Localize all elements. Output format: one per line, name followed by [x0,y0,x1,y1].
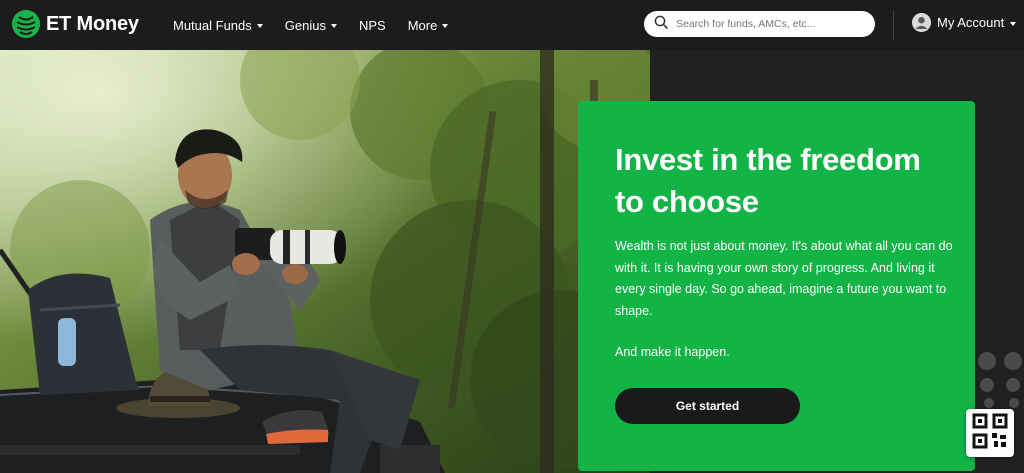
chevron-down-icon [1010,21,1017,26]
my-account-label: My Account [937,15,1005,30]
decorative-dot [1006,378,1020,392]
et-money-logo-icon [12,10,40,38]
decorative-dot [1004,352,1022,370]
nav-item-mutual-funds[interactable]: Mutual Funds [173,18,263,33]
hero-card: Invest in the freedom to choose Wealth i… [578,101,975,471]
nav-item-label: Genius [284,17,326,33]
et-money-logo[interactable]: ET Money [12,10,139,38]
hero-tagline: And make it happen. [615,345,730,359]
search-input[interactable] [676,18,856,30]
chevron-down-icon [330,24,337,28]
decorative-dot [984,398,994,408]
nav-item-label: NPS [358,17,386,33]
qr-code-button[interactable] [966,409,1014,457]
nav-item-genius[interactable]: Genius [285,18,337,33]
chevron-down-icon [256,24,263,28]
main-nav: Mutual Funds Genius NPS More [173,0,470,50]
hero-description: Wealth is not just about money. It's abo… [615,239,953,318]
hero-title: Invest in the freedom to choose [615,142,921,219]
photographer-on-car-photo [0,50,650,473]
search-icon [654,15,668,34]
decorative-dots [976,350,1024,410]
brand-name: ET Money [46,12,139,35]
qr-code-icon [972,413,1008,454]
nav-item-label: Mutual Funds [173,17,252,33]
nav-divider [893,10,894,40]
decorative-dot [978,352,996,370]
my-account-menu[interactable]: My Account [912,13,1017,32]
chevron-down-icon [442,24,449,28]
search-bar[interactable] [644,11,875,37]
decorative-dot [1009,398,1019,408]
hero-photo [0,50,650,473]
user-avatar-icon [912,13,931,32]
nav-item-label: More [407,17,438,33]
decorative-dot [980,378,994,392]
nav-item-nps[interactable]: NPS [359,18,386,33]
nav-item-more[interactable]: More [408,18,449,33]
get-started-button[interactable]: Get started [615,388,800,424]
top-navbar: ET Money Mutual Funds Genius NPS More Se… [0,0,1024,50]
